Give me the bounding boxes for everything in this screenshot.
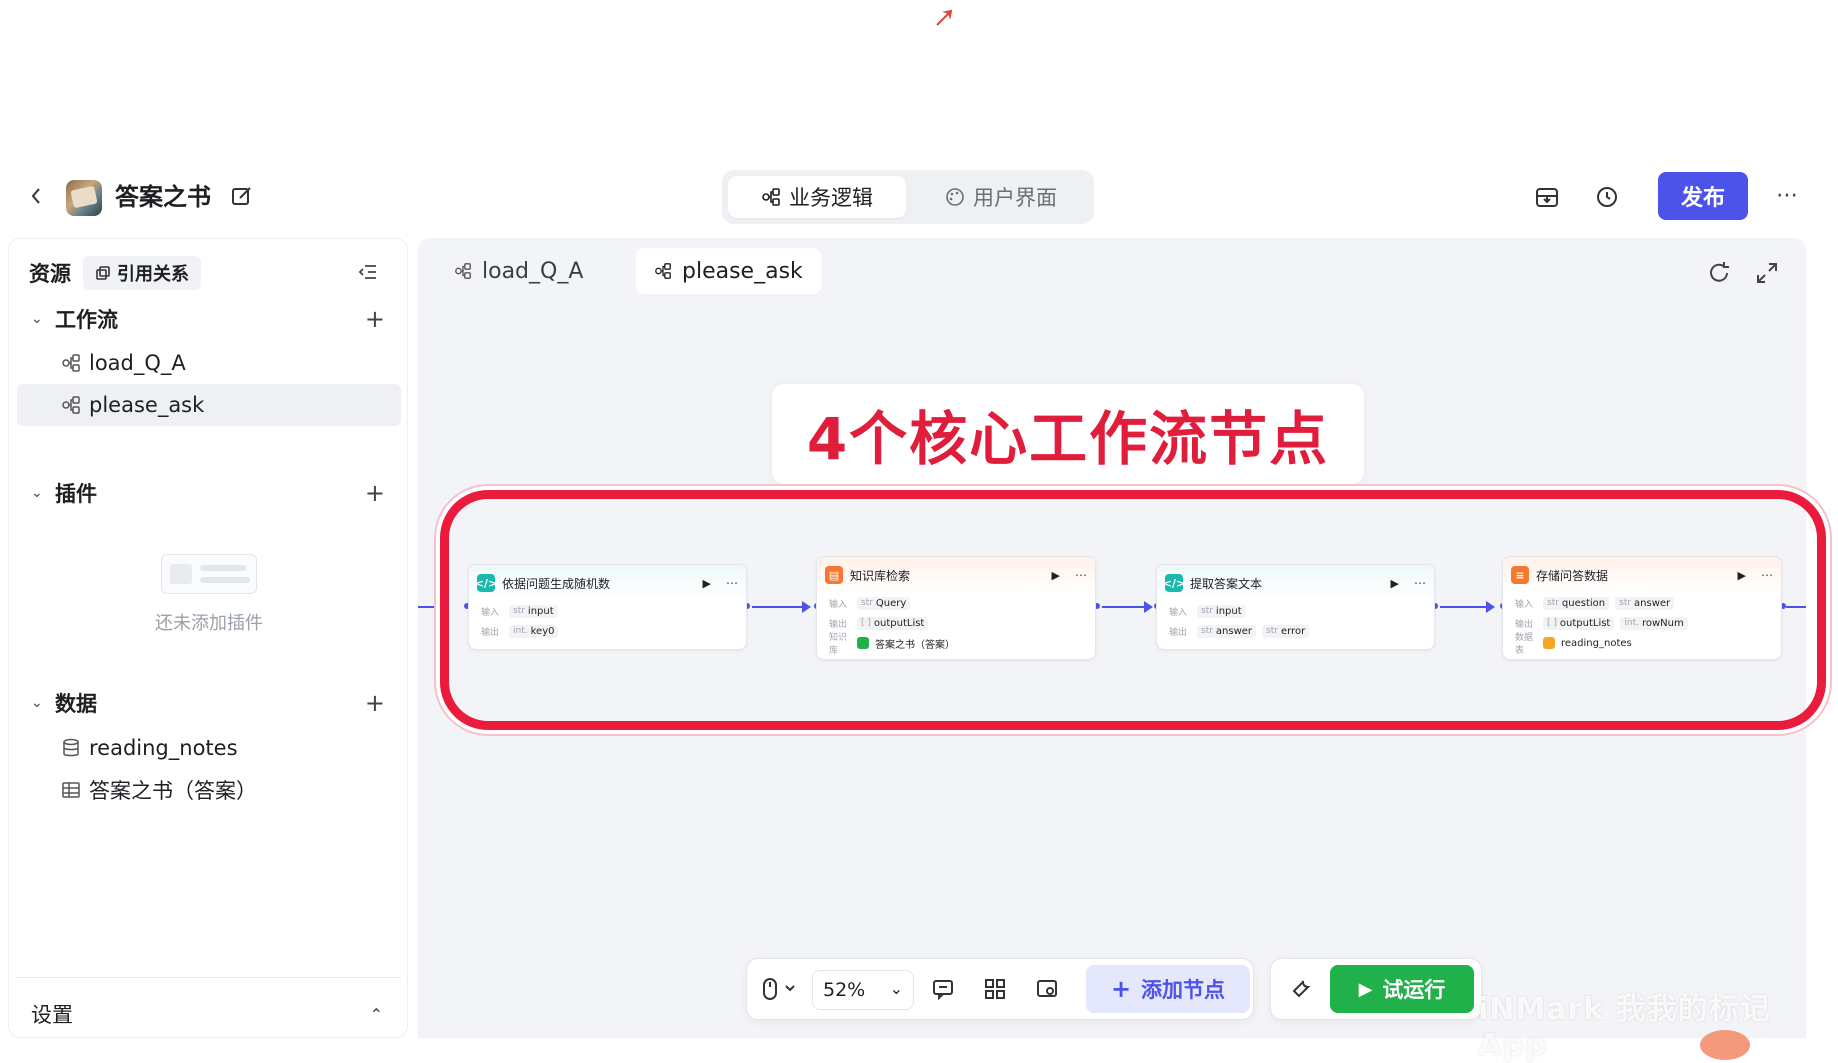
workflow-icon: [762, 188, 780, 206]
section-plugins[interactable]: ⌄ 插件 +: [31, 477, 391, 509]
section-plugins-label: 插件: [55, 482, 97, 506]
annotation-callout-text: 4个核心工作流节点: [806, 405, 1330, 473]
sidebar-item-label: 答案之书（答案）: [89, 779, 257, 803]
fullscreen-icon[interactable]: [1754, 260, 1780, 286]
edit-icon[interactable]: [230, 184, 254, 208]
wrench-icon: [1292, 980, 1311, 998]
zoom-value: 52%: [823, 979, 866, 1001]
top-blank-area: [0, 0, 1838, 166]
settings-label: 设置: [31, 1003, 73, 1027]
reference-relations-label: 引用关系: [117, 264, 189, 285]
add-node-label: 添加节点: [1141, 978, 1226, 1002]
layout-button[interactable]: [982, 976, 1008, 1002]
chevron-down-icon: ⌄: [889, 979, 903, 998]
workflow-icon: [62, 354, 80, 372]
sidebar-item-label: load_Q_A: [89, 351, 186, 375]
resource-sidebar: 资源 引用关系 ⌄ 工作流 + load_Q_A please_ask ⌄ 插件…: [8, 238, 408, 1038]
play-icon: ▶: [1358, 978, 1373, 1000]
annotation-callout: 4个核心工作流节点: [772, 384, 1364, 484]
publish-button[interactable]: 发布: [1658, 172, 1748, 220]
add-workflow-button[interactable]: +: [365, 305, 385, 333]
section-workflow-label: 工作流: [55, 308, 118, 332]
plus-icon: +: [1110, 975, 1132, 1003]
debug-tools-button[interactable]: [1288, 976, 1314, 1002]
comment-icon: [933, 980, 953, 1001]
section-data[interactable]: ⌄ 数据 +: [31, 687, 391, 719]
empty-plugins-text: 还未添加插件: [155, 613, 263, 634]
comment-button[interactable]: [930, 976, 956, 1002]
table-icon: [62, 782, 80, 798]
mouse-mode-button[interactable]: [758, 976, 804, 1002]
sidebar-header: 资源 引用关系: [29, 255, 201, 291]
chevron-down-icon: ⌄: [31, 311, 43, 327]
history-icon[interactable]: [1594, 184, 1620, 210]
section-data-label: 数据: [55, 692, 97, 716]
settings-section[interactable]: 设置 ⌃: [31, 997, 391, 1031]
sidebar-item-load-q-a[interactable]: load_Q_A: [17, 342, 401, 384]
canvas-tab-label: load_Q_A: [482, 258, 584, 284]
canvas-tab-please-ask[interactable]: please_ask: [636, 248, 821, 294]
tab-business-logic-label: 业务逻辑: [789, 186, 873, 210]
palette-icon: [946, 188, 964, 206]
highlight-frame: [440, 490, 1826, 730]
reference-relations-button[interactable]: 引用关系: [83, 256, 201, 290]
add-data-button[interactable]: +: [365, 689, 385, 717]
archive-icon[interactable]: [1534, 184, 1560, 210]
sidebar-item-label: please_ask: [89, 393, 205, 417]
workflow-icon: [455, 263, 471, 279]
add-node-button[interactable]: + 添加节点: [1086, 965, 1250, 1013]
add-plugin-button[interactable]: +: [365, 479, 385, 507]
watermark: iNMark 我我的标记App: [1478, 992, 1771, 1063]
chevron-down-icon: ⌄: [31, 485, 43, 501]
sidebar-item-label: reading_notes: [89, 736, 238, 760]
app-avatar: [66, 180, 102, 216]
empty-plugins-illustration: [161, 554, 257, 594]
chevron-down-icon: ⌄: [31, 695, 43, 711]
chevron-left-icon: [31, 188, 40, 204]
sidebar-divider: [17, 977, 401, 978]
mouse-icon: [763, 978, 795, 1000]
tab-user-interface-label: 用户界面: [973, 186, 1057, 210]
collapse-sidebar-icon[interactable]: [357, 261, 379, 283]
edge-left-stub: [418, 606, 438, 608]
section-workflow[interactable]: ⌄ 工作流 +: [31, 303, 391, 335]
zoom-select[interactable]: 52% ⌄: [812, 970, 914, 1010]
sidebar-item-please-ask[interactable]: please_ask: [17, 384, 401, 426]
sidebar-item-knowledge-base[interactable]: 答案之书（答案）: [17, 769, 401, 811]
app-header: 答案之书 业务逻辑 用户界面 发布 ⋯: [0, 166, 1806, 228]
sidebar-title: 资源: [29, 262, 71, 286]
mode-switch: 业务逻辑 用户界面: [722, 170, 1094, 224]
sidebar-item-reading-notes[interactable]: reading_notes: [17, 727, 401, 769]
database-icon: [63, 738, 79, 757]
minimap-icon: [1037, 980, 1057, 997]
back-button[interactable]: [24, 184, 48, 208]
link-icon: [96, 266, 110, 280]
refresh-icon[interactable]: [1706, 260, 1732, 286]
more-menu-button[interactable]: ⋯: [1772, 180, 1802, 210]
more-horizontal-icon: ⋯: [1776, 182, 1798, 208]
tab-business-logic[interactable]: 业务逻辑: [728, 176, 906, 218]
corner-decoration: [1700, 1030, 1750, 1060]
app-title: 答案之书: [115, 183, 211, 211]
cursor-pointer-icon: [936, 9, 953, 26]
minimap-button[interactable]: [1034, 976, 1060, 1002]
grid-layout-icon: [985, 979, 1005, 999]
workflow-icon: [655, 263, 671, 279]
tab-user-interface[interactable]: 用户界面: [914, 176, 1088, 218]
workflow-icon: [62, 396, 80, 414]
chevron-up-icon: ⌃: [369, 1004, 383, 1024]
canvas-tab-label: please_ask: [682, 258, 803, 284]
trial-run-button[interactable]: ▶ 试运行: [1330, 965, 1474, 1013]
canvas-tab-load-q-a[interactable]: load_Q_A: [436, 248, 601, 294]
trial-run-label: 试运行: [1382, 978, 1446, 1002]
